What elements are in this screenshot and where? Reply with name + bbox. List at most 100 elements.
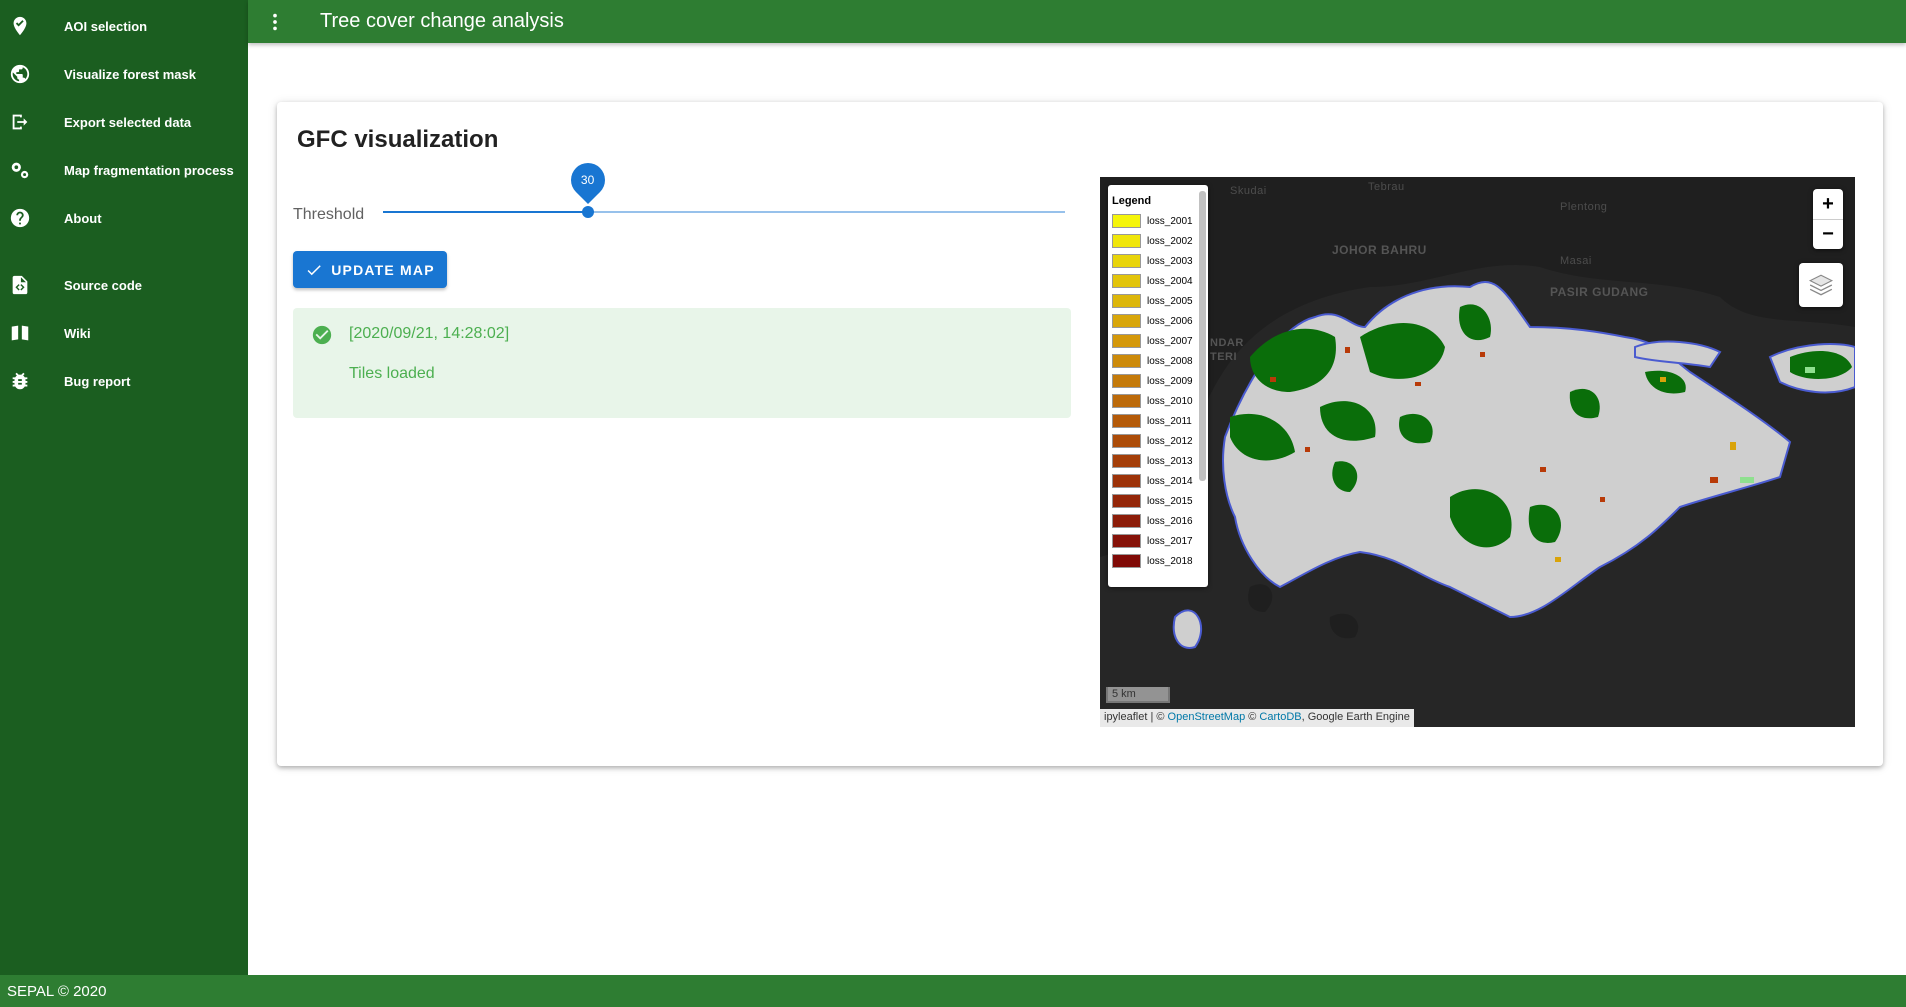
sidebar-item-label: Map fragmentation process — [64, 162, 234, 178]
links-menu: Source code Wiki Bug report — [0, 259, 248, 405]
legend-item: loss_2018 — [1108, 551, 1208, 571]
sidebar-divider — [0, 242, 248, 259]
legend-list: loss_2001 loss_2002 loss_2003 loss_2004loss… — [1108, 211, 1208, 571]
map-attribution: ipyleaflet | © OpenStreetMap © CartoDB, … — [1100, 709, 1414, 727]
status-alert: [2020/09/21, 14:28:02] Tiles loaded — [293, 308, 1071, 418]
sidebar-item-aoi-selection[interactable]: AOI selection — [0, 2, 248, 50]
legend-label: loss_2007 — [1147, 335, 1193, 347]
globe-icon — [0, 63, 40, 85]
update-map-button[interactable]: UPDATE MAP — [293, 251, 447, 288]
cogs-icon — [0, 159, 40, 181]
app-title: Tree cover change analysis — [320, 10, 564, 32]
file-code-icon — [0, 274, 40, 296]
map-marker-check-icon — [0, 15, 40, 37]
legend-swatch — [1112, 514, 1141, 528]
place-label: NDAR — [1210, 337, 1244, 349]
slider-track-fill — [383, 211, 588, 213]
place-label: Skudai — [1230, 185, 1267, 197]
legend-swatch — [1112, 454, 1141, 468]
sidebar-item-label: Visualize forest mask — [64, 66, 196, 82]
legend-scrollbar[interactable] — [1199, 191, 1206, 481]
slider-thumb[interactable] — [581, 206, 594, 218]
legend-label: loss_2010 — [1147, 395, 1193, 407]
card-title: GFC visualization — [297, 126, 499, 153]
legend-label: loss_2011 — [1147, 415, 1192, 427]
zoom-out-button[interactable]: − — [1813, 219, 1843, 249]
legend-label: loss_2006 — [1147, 315, 1193, 327]
sidebar-item-export-selected-data[interactable]: Export selected data — [0, 98, 248, 146]
sidebar-item-wiki[interactable]: Wiki — [0, 309, 248, 357]
legend-label: loss_2008 — [1147, 355, 1193, 367]
legend-swatch — [1112, 234, 1141, 248]
legend-label: loss_2016 — [1147, 515, 1193, 527]
map-view[interactable]: Skudai Tebrau Plentong JOHOR BAHRU Masai… — [1100, 177, 1855, 727]
legend-label: loss_2003 — [1147, 255, 1193, 267]
app-bar: Tree cover change analysis — [248, 0, 1906, 43]
sidebar-item-label: Bug report — [64, 373, 131, 389]
legend-swatch — [1112, 274, 1141, 288]
place-label: TERI — [1210, 351, 1238, 363]
legend-swatch — [1112, 434, 1141, 448]
legend-item: loss_2011 — [1108, 411, 1208, 431]
update-map-label: UPDATE MAP — [331, 261, 435, 278]
sidebar-item-visualize-forest-mask[interactable]: Visualize forest mask — [0, 50, 248, 98]
legend-item: loss_2017 — [1108, 531, 1208, 551]
process-menu: AOI selection Visualize forest mask Expo… — [0, 0, 248, 242]
legend-label: loss_2009 — [1147, 375, 1193, 387]
sidebar-item-map-fragmentation-process[interactable]: Map fragmentation process — [0, 146, 248, 194]
layers-icon — [1808, 274, 1834, 296]
legend-item: loss_2003 — [1108, 251, 1208, 271]
place-label: Tebrau — [1368, 181, 1405, 193]
sidebar-item-label: AOI selection — [64, 18, 148, 34]
sidebar-item-label: Source code — [64, 277, 143, 293]
slider-value: 30 — [580, 173, 595, 187]
legend-swatch — [1112, 214, 1141, 228]
sidebar-item-source-code[interactable]: Source code — [0, 261, 248, 309]
legend-swatch — [1112, 314, 1141, 328]
attribution-mid: © — [1245, 711, 1260, 723]
zoom-in-button[interactable]: + — [1813, 189, 1843, 219]
legend-item: loss_2013 — [1108, 451, 1208, 471]
cartodb-link[interactable]: CartoDB — [1259, 711, 1301, 723]
scale-bar: 5 km — [1106, 687, 1170, 703]
legend-label: loss_2012 — [1147, 435, 1193, 447]
sidebar-item-label: Export selected data — [64, 114, 192, 130]
legend-label: loss_2002 — [1147, 235, 1193, 247]
attribution-prefix: ipyleaflet | © — [1104, 711, 1168, 723]
legend-swatch — [1112, 394, 1141, 408]
legend-item: loss_2007 — [1108, 331, 1208, 351]
legend-swatch — [1112, 334, 1141, 348]
legend-swatch — [1112, 494, 1141, 508]
legend-item: loss_2002 — [1108, 231, 1208, 251]
alert-message: Tiles loaded — [349, 365, 435, 382]
app-footer: SEPAL © 2020 — [0, 975, 1906, 1007]
legend-swatch — [1112, 554, 1141, 568]
legend-label: loss_2013 — [1147, 455, 1193, 467]
bug-icon — [0, 370, 40, 392]
sidebar-item-about[interactable]: About — [0, 194, 248, 242]
legend-label: loss_2004 — [1147, 275, 1193, 287]
export-icon — [0, 111, 40, 133]
book-icon — [0, 322, 40, 344]
map-basemap — [1100, 177, 1855, 649]
legend-item: loss_2008 — [1108, 351, 1208, 371]
legend-item: loss_2001 — [1108, 211, 1208, 231]
check-circle-icon — [311, 324, 333, 346]
legend-item: loss_2016 — [1108, 511, 1208, 531]
legend-item: loss_2005 — [1108, 291, 1208, 311]
layers-button[interactable] — [1799, 263, 1843, 307]
menu-dots-icon[interactable] — [248, 11, 302, 33]
openstreetmap-link[interactable]: OpenStreetMap — [1168, 711, 1246, 723]
legend-label: loss_2018 — [1147, 555, 1193, 567]
help-circle-icon — [0, 207, 40, 229]
legend-swatch — [1112, 254, 1141, 268]
map-legend[interactable]: Legend loss_2001 loss_2002 loss_2003 loss_2… — [1108, 185, 1208, 587]
legend-label: loss_2015 — [1147, 495, 1193, 507]
legend-label: loss_2005 — [1147, 295, 1193, 307]
legend-item: loss_2015 — [1108, 491, 1208, 511]
threshold-label: Threshold — [293, 206, 365, 223]
legend-item: loss_2012 — [1108, 431, 1208, 451]
legend-swatch — [1112, 474, 1141, 488]
sidebar-item-bug-report[interactable]: Bug report — [0, 357, 248, 405]
legend-label: loss_2017 — [1147, 535, 1193, 547]
